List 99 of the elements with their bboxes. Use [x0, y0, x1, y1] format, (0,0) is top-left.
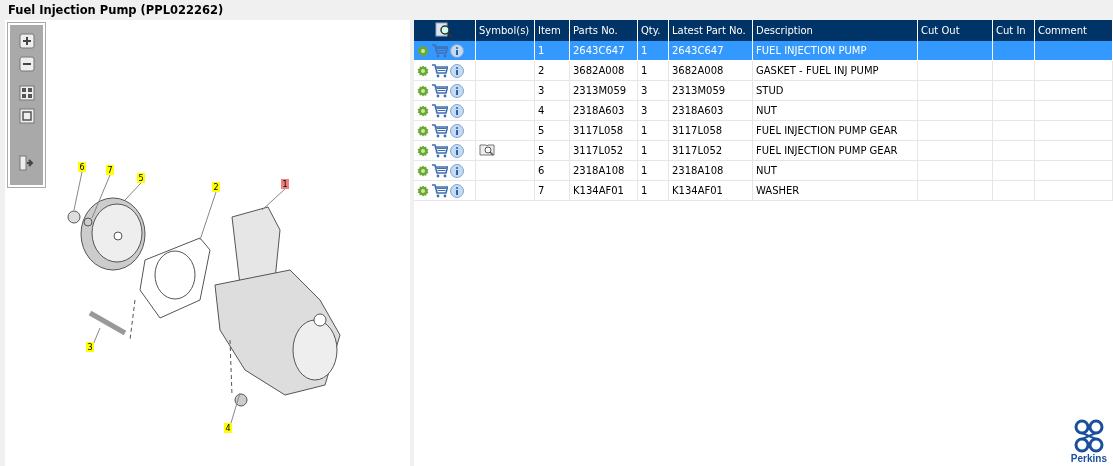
part-number-cell: 2643C647 — [569, 41, 638, 61]
info-icon[interactable] — [449, 83, 464, 98]
quantity-cell: 1 — [637, 120, 669, 141]
item-cell: 2 — [534, 60, 570, 81]
description-cell: NUT — [752, 100, 918, 121]
cart-icon[interactable] — [430, 63, 448, 78]
latest-part-number-cell: 2318A603 — [668, 100, 753, 121]
gear-icon[interactable] — [416, 64, 429, 77]
info-icon[interactable] — [449, 143, 464, 158]
callout-label[interactable]: 4 — [224, 423, 232, 433]
gear-icon[interactable] — [416, 124, 429, 137]
item-cell: 4 — [534, 100, 570, 121]
table-row[interactable]: 4 2318A603 3 2318A603 NUT — [413, 100, 1113, 121]
table-row[interactable]: 6 2318A108 1 2318A108 NUT — [413, 160, 1113, 181]
info-icon[interactable] — [449, 183, 464, 198]
description-cell: NUT — [752, 160, 918, 181]
column-header[interactable]: Qty. — [637, 20, 669, 41]
quantity-cell: 1 — [637, 41, 669, 61]
table-row[interactable]: 3 2313M059 3 2313M059 STUD — [413, 80, 1113, 101]
callout-label[interactable]: 2 — [212, 182, 220, 192]
leader-line — [124, 182, 142, 201]
info-icon[interactable] — [449, 123, 464, 138]
latest-part-number-cell: K134AF01 — [668, 180, 753, 201]
part-number-cell: 3117L058 — [569, 120, 638, 141]
item-cell: 5 — [534, 120, 570, 141]
info-icon[interactable] — [449, 163, 464, 178]
latest-part-number-cell: 2313M059 — [668, 80, 753, 101]
latest-part-number-cell: 2643C647 — [668, 41, 753, 61]
square-button[interactable] — [18, 108, 35, 124]
description-cell: FUEL INJECTION PUMP GEAR — [752, 140, 918, 161]
cart-icon[interactable] — [430, 83, 448, 98]
cart-icon[interactable] — [430, 163, 448, 178]
table-row[interactable]: 5 3117L052 1 3117L052 FUEL INJECTION PUMP GEAR — [413, 140, 1113, 161]
description-cell: GASKET - FUEL INJ PUMP — [752, 60, 918, 81]
table-row[interactable]: 5 3117L058 1 3117L058 FUEL INJECTION PUMP GEAR — [413, 120, 1113, 141]
callout-label[interactable]: 5 — [137, 173, 145, 183]
item-cell: 5 — [534, 140, 570, 161]
quantity-cell: 1 — [637, 140, 669, 161]
gear-icon[interactable] — [416, 164, 429, 177]
gear-icon[interactable] — [416, 144, 429, 157]
item-cell: 7 — [534, 180, 570, 201]
part-number-cell: 2318A603 — [569, 100, 638, 121]
leader-line — [91, 174, 111, 219]
list-arrow-button[interactable] — [18, 155, 35, 171]
description-cell: WASHER — [752, 180, 918, 201]
item-cell: 1 — [534, 41, 570, 61]
cart-icon[interactable] — [430, 143, 448, 158]
part-number-cell: 2313M059 — [569, 80, 638, 101]
zoom-out-button[interactable] — [18, 56, 35, 72]
quantity-cell: 3 — [637, 80, 669, 101]
part-number-cell: 3682A008 — [569, 60, 638, 81]
latest-part-number-cell: 2318A108 — [668, 160, 753, 181]
cart-icon[interactable] — [430, 103, 448, 118]
grid-button[interactable] — [18, 85, 35, 101]
latest-part-number-cell: 3117L058 — [668, 120, 753, 141]
latest-part-number-cell: 3117L052 — [668, 140, 753, 161]
callout-label[interactable]: 3 — [86, 342, 94, 352]
table-row[interactable]: 7 K134AF01 1 K134AF01 WASHER — [413, 180, 1113, 201]
info-icon[interactable] — [449, 63, 464, 78]
callout-label[interactable]: 7 — [106, 165, 114, 175]
description-cell: FUEL INJECTION PUMP — [752, 41, 918, 61]
quantity-cell: 3 — [637, 100, 669, 121]
column-header[interactable]: Latest Part No. — [668, 20, 753, 41]
column-header[interactable]: Comment — [1034, 20, 1113, 41]
callout-label[interactable]: 6 — [78, 162, 86, 172]
logo-text: Perkins — [1070, 453, 1107, 464]
column-header[interactable]: Symbol(s) — [475, 20, 535, 41]
quantity-cell: 1 — [637, 180, 669, 201]
quantity-cell: 1 — [637, 60, 669, 81]
description-cell: STUD — [752, 80, 918, 101]
book-magnifier-icon[interactable] — [479, 142, 495, 157]
callout-label[interactable]: 1 — [281, 179, 289, 189]
gear-icon[interactable] — [416, 104, 429, 117]
leader-line — [73, 171, 83, 211]
info-icon[interactable] — [449, 103, 464, 118]
cart-icon[interactable] — [430, 123, 448, 138]
table-row[interactable]: 2 3682A008 1 3682A008 GASKET - FUEL INJ PUMP — [413, 60, 1113, 81]
window-title: Fuel Injection Pump (PPL022262) — [8, 3, 224, 17]
cart-icon[interactable] — [430, 183, 448, 198]
find-icon[interactable] — [435, 21, 454, 38]
gear-icon[interactable] — [416, 184, 429, 197]
leader-line — [261, 188, 286, 211]
description-cell: FUEL INJECTION PUMP GEAR — [752, 120, 918, 141]
column-header[interactable]: Item — [534, 20, 570, 41]
part-number-cell: K134AF01 — [569, 180, 638, 201]
quantity-cell: 1 — [637, 160, 669, 181]
column-header[interactable]: Cut In — [992, 20, 1035, 41]
column-header[interactable]: Description — [752, 20, 918, 41]
column-header[interactable]: Cut Out — [917, 20, 993, 41]
zoom-in-button[interactable] — [18, 33, 35, 49]
item-cell: 3 — [534, 80, 570, 101]
item-cell: 6 — [534, 160, 570, 181]
latest-part-number-cell: 3682A008 — [668, 60, 753, 81]
part-number-cell: 3117L052 — [569, 140, 638, 161]
column-header[interactable]: Parts No. — [569, 20, 638, 41]
gear-icon[interactable] — [416, 84, 429, 97]
info-icon[interactable] — [449, 43, 464, 58]
part-number-cell: 2318A108 — [569, 160, 638, 181]
leader-line — [199, 191, 217, 241]
